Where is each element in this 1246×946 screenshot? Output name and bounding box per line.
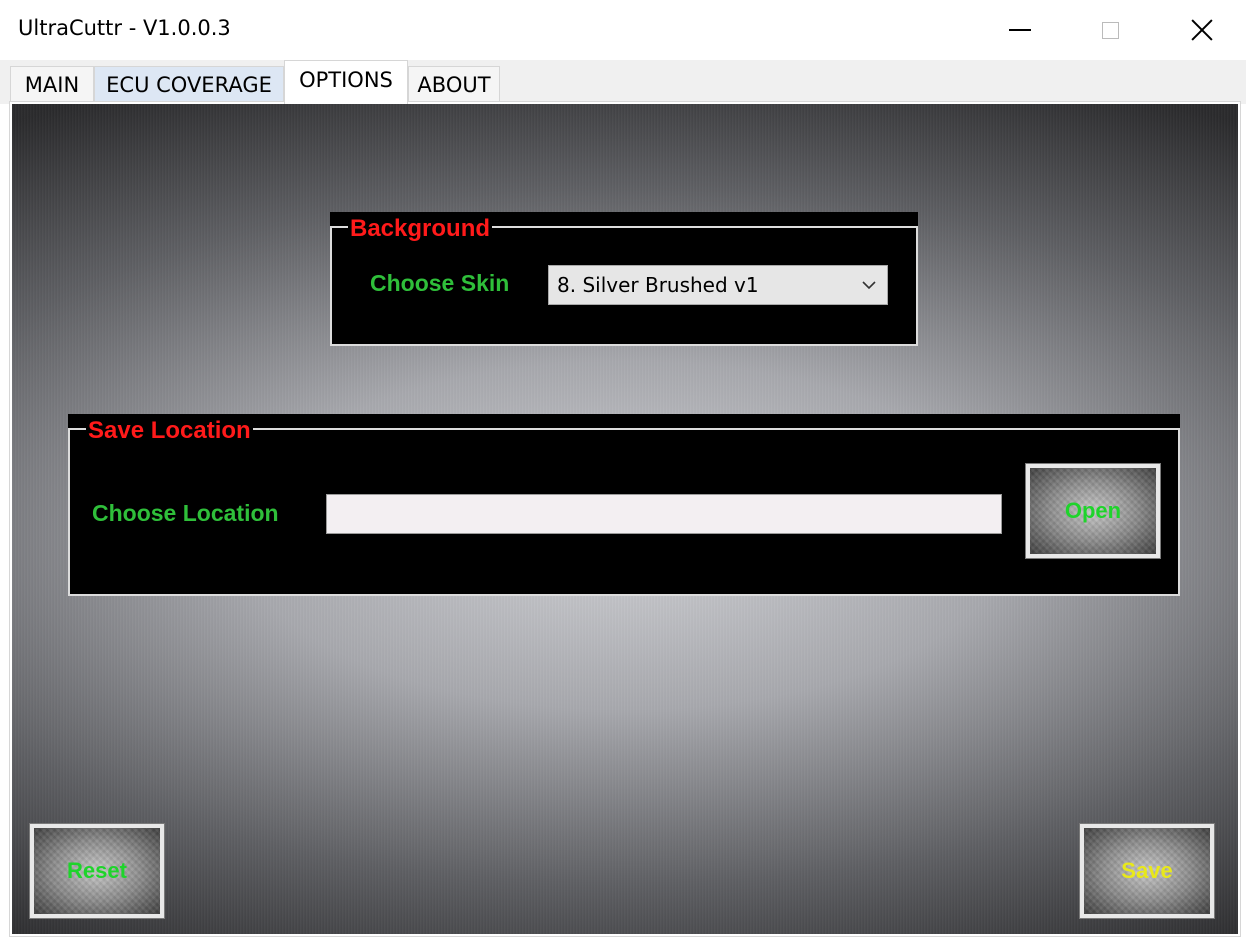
open-button[interactable]: Open — [1025, 463, 1161, 559]
tab-options[interactable]: OPTIONS — [284, 60, 408, 104]
save-location-group-legend: Save Location — [86, 417, 253, 445]
tab-ecu-coverage[interactable]: ECU COVERAGE — [94, 66, 284, 102]
background-group: Background Choose Skin 8. Silver Brushed… — [330, 212, 918, 346]
choose-location-label: Choose Location — [92, 500, 279, 526]
skin-select-value: 8. Silver Brushed v1 — [557, 273, 759, 297]
title-bar: UltraCuttr - V1.0.0.3 — [0, 0, 1246, 60]
background-group-legend: Background — [348, 215, 493, 243]
close-icon — [1190, 18, 1214, 42]
close-button[interactable] — [1156, 0, 1246, 60]
maximize-button[interactable] — [1064, 0, 1156, 60]
tab-main[interactable]: MAIN — [10, 66, 94, 102]
tab-about[interactable]: ABOUT — [408, 66, 500, 102]
location-input[interactable] — [326, 494, 1002, 534]
save-button[interactable]: Save — [1079, 823, 1215, 919]
save-location-group: Save Location Choose Location Open — [68, 414, 1180, 596]
window-title: UltraCuttr - V1.0.0.3 — [18, 16, 231, 40]
maximize-icon — [1101, 21, 1119, 39]
app-window: UltraCuttr - V1.0.0.3 MAIN ECU COVERAGE … — [0, 0, 1246, 946]
chevron-down-icon — [862, 281, 876, 290]
minimize-button[interactable] — [974, 0, 1066, 60]
minimize-icon — [1009, 29, 1031, 31]
choose-skin-label: Choose Skin — [370, 270, 510, 296]
reset-button[interactable]: Reset — [29, 823, 165, 919]
skin-select[interactable]: 8. Silver Brushed v1 — [548, 265, 888, 305]
